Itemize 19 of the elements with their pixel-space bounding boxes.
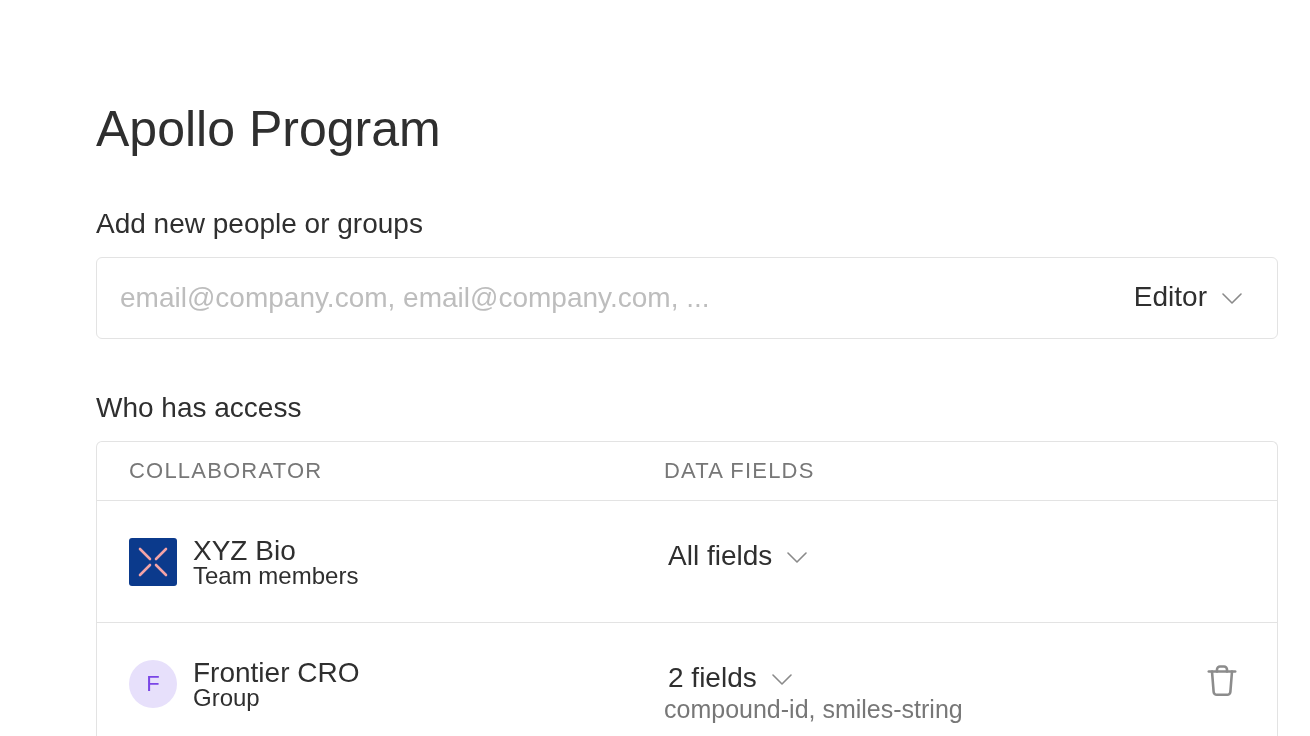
avatar: F [129, 660, 177, 708]
invite-label: Add new people or groups [96, 207, 424, 241]
column-header: COLLABORATOR [129, 458, 324, 484]
collaborator-subtitle: Team members [193, 565, 359, 587]
chevron-down-icon [787, 552, 808, 563]
collaborator-name: Frontier CRO [193, 659, 360, 687]
fields-dropdown[interactable]: 2 fields [664, 661, 792, 695]
field-list-text: compound-id, smiles-string [664, 695, 963, 723]
logo-icon [129, 538, 177, 586]
collaborator-subtitle: Group [193, 687, 261, 709]
chevron-down-icon [1222, 293, 1242, 304]
column-header: DATA FIELDS [664, 458, 816, 484]
role-dropdown[interactable]: Editor [1133, 280, 1242, 314]
collaborator-name: XYZ Bio [193, 537, 297, 565]
chevron-down-icon [771, 674, 792, 685]
access-label: Who has access [96, 391, 303, 425]
trash-icon[interactable] [1207, 665, 1237, 697]
fields-dropdown[interactable]: All fields [664, 539, 808, 573]
page-title: Apollo Program [96, 100, 442, 159]
